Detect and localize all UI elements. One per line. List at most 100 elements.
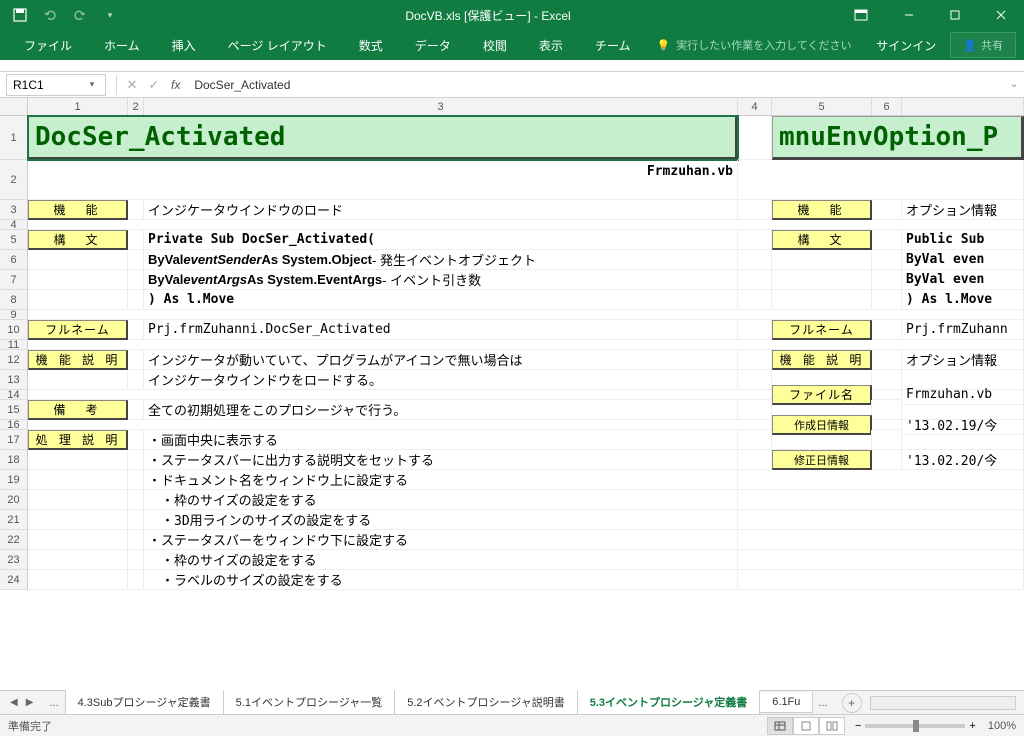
- label-shori[interactable]: 処 理 説 明: [28, 430, 128, 450]
- sheet-tab[interactable]: 5.2イベントプロシージャ説明書: [394, 690, 578, 715]
- label-fullname[interactable]: フルネーム: [28, 320, 128, 340]
- row-header[interactable]: 1: [0, 116, 28, 160]
- label-fullname-r[interactable]: フルネーム: [772, 320, 872, 340]
- cell-text[interactable]: 全ての初期処理をこのプロシージャで行う。: [144, 400, 738, 420]
- cell-text[interactable]: Prj.frmZuhann: [902, 320, 1024, 340]
- cell-text[interactable]: ・ラベルのサイズの設定をする: [144, 570, 738, 590]
- signin-link[interactable]: サインイン: [862, 37, 950, 54]
- sheet-tab[interactable]: 5.1イベントプロシージャ一覧: [223, 690, 396, 715]
- tab-overflow-right[interactable]: ...: [812, 697, 833, 709]
- row-header[interactable]: 11: [0, 340, 28, 350]
- col-header[interactable]: 5: [772, 98, 872, 115]
- col-header[interactable]: 2: [128, 98, 144, 115]
- cell-text[interactable]: Prj.frmZuhanni.DocSer_Activated: [144, 320, 738, 340]
- col-header[interactable]: 4: [738, 98, 772, 115]
- qa-dropdown-icon[interactable]: ▾: [102, 7, 118, 23]
- row-header[interactable]: 18: [0, 450, 28, 470]
- formula-input[interactable]: DocSer_Activated: [186, 76, 1004, 94]
- sheet-tab[interactable]: 6.1Fu: [759, 692, 813, 713]
- row-header[interactable]: 8: [0, 290, 28, 310]
- row-header[interactable]: 16: [0, 420, 28, 430]
- enter-formula-icon[interactable]: ✓: [143, 77, 165, 93]
- tab-review[interactable]: 校閲: [467, 31, 523, 60]
- cell-text[interactable]: Public Sub: [902, 230, 1024, 250]
- label-koubun[interactable]: 構 文: [28, 230, 128, 250]
- row-header[interactable]: 12: [0, 350, 28, 370]
- row-header[interactable]: 5: [0, 230, 28, 250]
- tab-view[interactable]: 表示: [523, 31, 579, 60]
- col-header[interactable]: [902, 98, 1024, 115]
- label-kinou-r[interactable]: 機 能: [772, 200, 872, 220]
- tab-team[interactable]: チーム: [579, 31, 647, 60]
- cell-text[interactable]: ・ステータスバーをウィンドウ下に設定する: [144, 530, 738, 550]
- save-icon[interactable]: [12, 7, 28, 23]
- tab-file[interactable]: ファイル: [8, 31, 88, 60]
- label-setsumei-r[interactable]: 機 能 説 明: [772, 350, 872, 370]
- tab-nav-prev-icon[interactable]: ◀: [10, 697, 18, 708]
- row-header[interactable]: 13: [0, 370, 28, 390]
- expand-formula-icon[interactable]: ⌄: [1004, 79, 1024, 90]
- zoom-in-button[interactable]: +: [969, 720, 975, 732]
- view-normal-button[interactable]: [767, 717, 793, 735]
- label-kinou[interactable]: 機 能: [28, 200, 128, 220]
- tab-pagelayout[interactable]: ページ レイアウト: [212, 31, 343, 60]
- tab-data[interactable]: データ: [399, 31, 467, 60]
- row-header[interactable]: 15: [0, 400, 28, 420]
- tab-formulas[interactable]: 数式: [343, 31, 399, 60]
- label-koubun-r[interactable]: 構 文: [772, 230, 872, 250]
- row-header[interactable]: 23: [0, 550, 28, 570]
- row-header[interactable]: 9: [0, 310, 28, 320]
- col-header[interactable]: 1: [28, 98, 128, 115]
- tell-me-search[interactable]: 💡 実行したい作業を入力してください: [646, 37, 861, 53]
- cell-text[interactable]: ByVal even: [902, 250, 1024, 270]
- cell-text[interactable]: インジケータが動いていて、プログラムがアイコンで無い場合は: [144, 350, 738, 370]
- row-header[interactable]: 19: [0, 470, 28, 490]
- row-header[interactable]: 20: [0, 490, 28, 510]
- cell-text[interactable]: ・枠のサイズの設定をする: [144, 490, 738, 510]
- label-modified-r[interactable]: 修正日情報: [772, 450, 872, 470]
- cell-text[interactable]: オプション情報: [902, 350, 1024, 370]
- row-header[interactable]: 2: [0, 160, 28, 200]
- zoom-out-button[interactable]: −: [855, 720, 861, 732]
- cell-text[interactable]: ・ドキュメント名をウィンドウ上に設定する: [144, 470, 738, 490]
- cell-text[interactable]: オプション情報: [902, 200, 1024, 220]
- cell-text[interactable]: Private Sub DocSer_Activated(: [144, 230, 738, 250]
- col-header[interactable]: 6: [872, 98, 902, 115]
- sheet-tab[interactable]: 4.3Subプロシージャ定義書: [65, 690, 224, 715]
- row-header[interactable]: 24: [0, 570, 28, 590]
- row-header[interactable]: 3: [0, 200, 28, 220]
- cell-text[interactable]: インジケータウインドウのロード: [144, 200, 738, 220]
- row-header[interactable]: 22: [0, 530, 28, 550]
- tab-insert[interactable]: 挿入: [156, 31, 212, 60]
- cell-text[interactable]: ByVal even: [902, 270, 1024, 290]
- row-header[interactable]: 7: [0, 270, 28, 290]
- zoom-percent[interactable]: 100%: [988, 720, 1016, 732]
- share-button[interactable]: 👤 共有: [950, 32, 1016, 58]
- maximize-button[interactable]: [932, 0, 978, 30]
- chevron-down-icon[interactable]: ▾: [85, 79, 99, 90]
- cancel-formula-icon[interactable]: ✕: [121, 77, 143, 93]
- zoom-slider[interactable]: [865, 724, 965, 728]
- label-setsumei[interactable]: 機 能 説 明: [28, 350, 128, 370]
- tab-overflow-left[interactable]: ...: [43, 697, 64, 709]
- label-bikou[interactable]: 備 考: [28, 400, 128, 420]
- cell-text[interactable]: インジケータウインドウをロードする。: [144, 370, 738, 390]
- col-header[interactable]: 3: [144, 98, 738, 115]
- horizontal-scrollbar[interactable]: [870, 696, 1016, 710]
- cell-text[interactable]: ・3D用ラインのサイズの設定をする: [144, 510, 738, 530]
- view-pagebreak-button[interactable]: [819, 717, 845, 735]
- spreadsheet-grid[interactable]: DocSer_Activated mnuEnvOption_P Frmzuhan…: [28, 116, 1024, 590]
- tab-nav-next-icon[interactable]: ▶: [26, 697, 34, 708]
- row-header[interactable]: 17: [0, 430, 28, 450]
- row-header[interactable]: 10: [0, 320, 28, 340]
- undo-icon[interactable]: [42, 7, 58, 23]
- cell-text[interactable]: ) As l.Move: [902, 290, 1024, 310]
- sheet-tab-active[interactable]: 5.3イベントプロシージャ定義書: [577, 690, 761, 716]
- close-button[interactable]: [978, 0, 1024, 30]
- minimize-button[interactable]: [886, 0, 932, 30]
- title-cell-right[interactable]: mnuEnvOption_P: [772, 116, 1024, 160]
- row-header[interactable]: 14: [0, 390, 28, 400]
- cell-text[interactable]: ・枠のサイズの設定をする: [144, 550, 738, 570]
- cell-text[interactable]: ・ステータスバーに出力する説明文をセットする: [144, 450, 738, 470]
- cell-text[interactable]: ) As l.Move: [144, 290, 738, 310]
